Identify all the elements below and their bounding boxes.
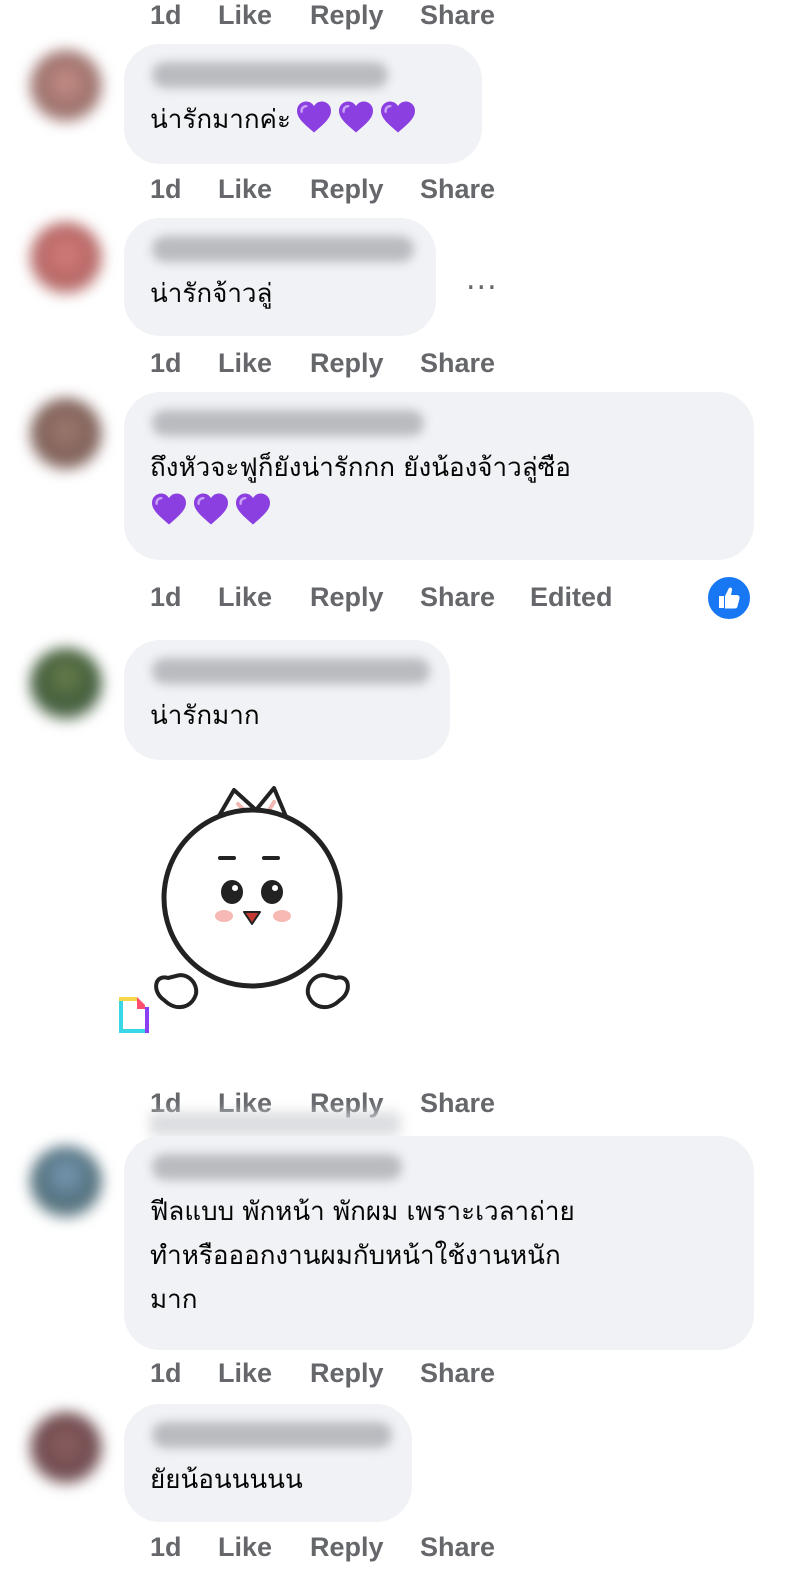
comment-bubble: ฟีลแบบ พักหน้า พักผม เพราะเวลาถ่าย ทำหรื… [124,1136,754,1350]
share-link[interactable]: Share [420,1532,495,1563]
like-link[interactable]: Like [218,348,272,379]
commenter-name[interactable] [152,236,414,262]
purple-heart-icon [234,492,272,526]
comment-time: 1d [150,1358,182,1388]
avatar[interactable] [30,1412,102,1484]
commenter-name[interactable] [152,1154,402,1180]
sticker-image[interactable] [150,780,360,1020]
comment-text: น่ารักจ้าวลู่ [150,279,273,309]
reply-link[interactable]: Reply [310,348,384,379]
thumbs-up-icon[interactable] [706,575,752,621]
comment-time: 1d [150,0,182,30]
share-link[interactable]: Share [420,348,495,379]
comment-text: ถึงหัวจะฟูก็ยังน่ารักกก ยังน้องจ้าวลู่ซื… [150,446,728,534]
comment-bubble: ยัยน้อนนนนน [124,1404,412,1522]
comment-text: ยัยน้อนนนนน [150,1465,303,1495]
comment-time: 1d [150,1532,182,1562]
edited-label: Edited [530,582,613,612]
comment-time: 1d [150,582,182,612]
avatar[interactable] [30,1146,102,1218]
avatar[interactable] [30,398,102,470]
comment-bubble: น่ารักมากค่ะ [124,44,482,164]
purple-heart-icon [192,492,230,526]
share-link[interactable]: Share [420,1088,495,1119]
like-link[interactable]: Like [218,1532,272,1563]
comment-text: น่ารักมาก [150,701,260,731]
reply-link[interactable]: Reply [310,0,384,31]
comment-bubble: ถึงหัวจะฟูก็ยังน่ารักกก ยังน้องจ้าวลู่ซื… [124,392,754,560]
more-icon[interactable]: ... [466,262,498,297]
comment-time: 1d [150,174,182,204]
share-link[interactable]: Share [420,174,495,205]
gif-icon [115,993,153,1037]
purple-heart-icon [379,100,417,134]
share-link[interactable]: Share [420,582,495,613]
like-link[interactable]: Like [218,174,272,205]
reply-link[interactable]: Reply [310,582,384,613]
commenter-name[interactable] [152,1422,392,1448]
blur-overlay [150,1112,400,1136]
reply-link[interactable]: Reply [310,1532,384,1563]
reply-link[interactable]: Reply [310,1358,384,1389]
like-link[interactable]: Like [218,1358,272,1389]
avatar[interactable] [30,50,102,122]
comment-text: ฟีลแบบ พักหน้า พักผม เพราะเวลาถ่าย ทำหรื… [150,1197,575,1315]
purple-heart-icon [337,100,375,134]
comment-bubble: น่ารักจ้าวลู่ [124,218,436,336]
like-link[interactable]: Like [218,0,272,31]
heart-line [146,490,728,534]
commenter-name[interactable] [152,62,388,88]
share-link[interactable]: Share [420,0,495,31]
comment-bubble: น่ารักมาก [124,640,450,760]
comment-text: น่ารักมากค่ะ [150,98,456,142]
purple-heart-icon [150,492,188,526]
avatar[interactable] [30,648,102,720]
commenter-name[interactable] [152,410,424,436]
avatar[interactable] [30,222,102,294]
like-link[interactable]: Like [218,582,272,613]
commenter-name[interactable] [152,658,430,684]
comment-time: 1d [150,348,182,378]
reply-link[interactable]: Reply [310,174,384,205]
purple-heart-icon [295,100,333,134]
share-link[interactable]: Share [420,1358,495,1389]
